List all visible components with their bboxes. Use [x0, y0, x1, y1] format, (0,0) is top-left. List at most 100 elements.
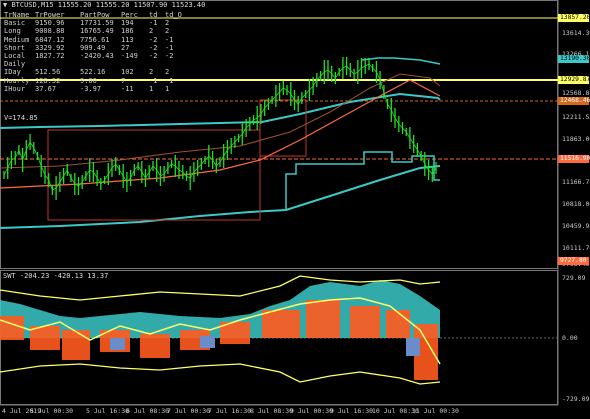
table-cell: 9150.96 [35, 19, 65, 28]
oscillator-lower-band [0, 363, 441, 385]
table-cell: 1 [149, 84, 154, 93]
oscillator-histogram-bar [30, 326, 60, 350]
table-cell [35, 60, 80, 68]
table-cell: -1 [165, 35, 174, 44]
time-tick-label: 8 Jul 08:30 [250, 407, 294, 415]
table-cell: 522.16 [80, 68, 106, 77]
price-tick-label: 13614.30 [562, 29, 590, 37]
table-row: Hourly 128.52 9.60 7 -1 -1 [4, 77, 185, 85]
table-cell: 7 [121, 76, 126, 85]
price-level-tag: 12468.46 [558, 97, 590, 105]
price-tick-label: 10111.70 [562, 244, 590, 252]
price-tick-label: 10459.95 [562, 222, 590, 230]
time-tick-label: 9 Jul 16:30 [330, 407, 374, 415]
price-tick-label: 11863.00 [562, 135, 590, 143]
table-cell: 1 [165, 84, 170, 93]
table-cell: 9.60 [80, 76, 97, 85]
time-tick-label: 11 Jul 00:30 [412, 407, 459, 415]
table-cell: 2 [149, 68, 154, 77]
column-header: td_O [165, 11, 182, 19]
table-row: Long 9008.88 16765.49 186 2 2 [4, 27, 185, 35]
table-cell: -1 [165, 43, 174, 52]
table-cell: Local [4, 52, 26, 61]
table-cell: -3.97 [80, 84, 102, 93]
table-row: Basic 9150.96 17731.59 194 -1 2 [4, 19, 185, 27]
oscillator-blue-bar [200, 336, 215, 348]
price-tick-label: 10818.00 [562, 200, 590, 208]
table-cell [80, 60, 121, 68]
trading-terminal-window: ▼ BTCUSD,M15 11555.20 11555.20 11507.90 … [0, 0, 590, 419]
table-cell: 128.52 [35, 76, 61, 85]
table-cell: 6847.12 [35, 35, 65, 44]
table-header-row: TrName TrPower PartPow Perc td td_O [4, 11, 185, 19]
table-row: Local 1827.72 -2420.43 -149 -2 -2 [4, 52, 185, 60]
oscillator-blue-bar [406, 338, 420, 356]
table-cell: Short [4, 43, 26, 52]
table-cell: -1 [165, 76, 174, 85]
table-cell: -2 [149, 52, 158, 61]
table-cell: IDay [4, 68, 21, 77]
table-row: IDay 512.56 522.16 102 2 2 [4, 68, 185, 76]
oscillator-histogram-bar [386, 310, 410, 338]
time-tick-label: 7 Jul 00:30 [167, 407, 211, 415]
table-cell: -2 [149, 35, 158, 44]
oscillator-histogram-bar [262, 310, 300, 338]
oscillator-histogram-bar [62, 330, 90, 360]
table-cell: 909.49 [80, 43, 106, 52]
table-cell: -1 [149, 76, 158, 85]
table-cell: 3329.92 [35, 43, 65, 52]
time-tick-label: 5 Jul 16:30 [86, 407, 130, 415]
table-cell: 113 [121, 35, 134, 44]
price-level-tag: 13857.20 [558, 14, 590, 22]
table-row: Short 3329.92 909.49 27 -2 -1 [4, 44, 185, 52]
oscillator-blue-bar [110, 338, 125, 350]
table-cell: Basic [4, 19, 26, 28]
price-tick-label: 12568.88 [562, 89, 590, 97]
price-tick-label: 11166.70 [562, 178, 590, 186]
table-cell: -11 [121, 84, 134, 93]
table-cell: -2 [149, 43, 158, 52]
table-cell: 16765.49 [80, 27, 114, 36]
table-cell: 2 [165, 27, 170, 36]
column-header: Perc [121, 11, 138, 19]
table-cell: 2 [165, 19, 170, 28]
cyan-step-line [285, 151, 440, 210]
oscillator-tick-label: -729.09 [562, 395, 590, 403]
oscillator-histogram-bar [350, 306, 380, 338]
volatility-label: V=174.85 [4, 114, 38, 122]
column-header: PartPow [80, 11, 110, 19]
oscillator-tick-label: 0.00 [562, 334, 578, 342]
table-cell: 186 [121, 27, 134, 36]
oscillator-histogram-bar [306, 300, 340, 338]
column-header: TrName [4, 11, 30, 19]
table-cell: 2 [149, 27, 154, 36]
table-cell: 102 [121, 68, 134, 77]
oscillator-tick-label: 729.09 [562, 274, 586, 282]
price-level-tag: 11516.90 [558, 155, 590, 163]
table-cell: 194 [121, 19, 134, 28]
range-box [47, 129, 261, 221]
table-cell: 2 [165, 68, 170, 77]
table-cell: Medium [4, 35, 30, 44]
table-cell: 27 [121, 43, 130, 52]
triangle-down-icon[interactable]: ▼ [3, 1, 7, 9]
table-cell: -2420.43 [80, 52, 114, 61]
time-tick-label: 5 Jul 00:30 [30, 407, 74, 415]
time-axis[interactable]: 4 Jul 2019 5 Jul 00:30 5 Jul 16:30 6 Jul 08… [0, 404, 558, 419]
table-row: Daily [4, 60, 185, 68]
table-row: IHour 37.67 -3.97 -11 1 1 [4, 85, 185, 93]
oscillator-header: SWT -204.23 -420.13 13.37 [3, 272, 109, 280]
table-cell [149, 60, 165, 68]
price-level-tag: 12929.87 [558, 76, 590, 84]
price-level-tag: 9727.80 [558, 257, 589, 265]
column-header: td [149, 11, 158, 19]
price-tick-label: 12211.55 [562, 113, 590, 121]
table-cell: Long [4, 27, 21, 36]
cyan-top-segment [361, 57, 441, 65]
table-cell: -1 [149, 19, 158, 28]
table-cell: 37.67 [35, 84, 57, 93]
table-cell: 7756.61 [80, 35, 110, 44]
table-cell: Daily [4, 60, 26, 69]
table-cell: 1827.72 [35, 52, 65, 61]
time-tick-label: 9 Jul 00:30 [290, 407, 334, 415]
